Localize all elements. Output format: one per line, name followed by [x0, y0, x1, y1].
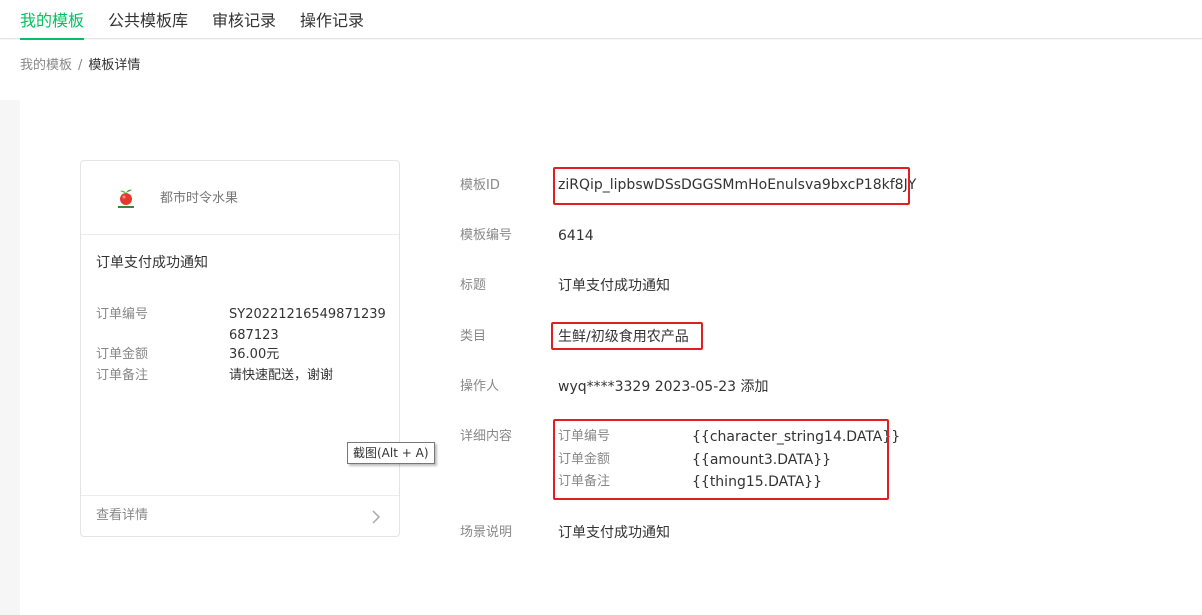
highlight-box-category	[551, 322, 703, 350]
tab-bar: 我的模板 公共模板库 审核记录 操作记录	[20, 0, 388, 40]
screenshot-tooltip: 截图(Alt + A)	[347, 442, 435, 464]
breadcrumb-separator: /	[78, 58, 83, 73]
preview-field-label: 订单编号	[96, 307, 149, 322]
title-value: 订单支付成功通知	[558, 278, 670, 294]
preview-field-value: 请快速配送，谢谢	[229, 368, 334, 383]
operator-label: 操作人	[460, 379, 500, 394]
card-header: 都市时令水果	[81, 161, 399, 235]
highlight-box-content	[553, 419, 889, 500]
tab-review-records[interactable]: 审核记录	[212, 0, 276, 39]
brand-name: 都市时令水果	[160, 191, 239, 206]
breadcrumb-current: 模板详情	[88, 58, 141, 73]
preview-field-value: 36.00元	[229, 347, 280, 362]
highlight-box-template-id	[553, 167, 910, 205]
title-label: 标题	[460, 278, 487, 293]
tab-public-library[interactable]: 公共模板库	[108, 0, 188, 39]
scene-value: 订单支付成功通知	[558, 525, 670, 541]
category-label: 类目	[460, 329, 487, 344]
breadcrumb: 我的模板 / 模板详情	[20, 57, 140, 75]
preview-field-label: 订单金额	[96, 347, 149, 362]
operator-value: wyq****3329 2023-05-23 添加	[558, 379, 769, 395]
breadcrumb-area: 我的模板 / 模板详情	[0, 40, 1202, 100]
preview-field-value: SY20221216549871239687123	[229, 307, 386, 343]
preview-title: 订单支付成功通知	[96, 255, 208, 271]
preview-field-label: 订单备注	[96, 368, 149, 383]
template-id-label: 模板ID	[460, 178, 500, 193]
scene-label: 场景说明	[460, 525, 513, 540]
template-no-value: 6414	[558, 228, 594, 244]
chevron-right-icon	[372, 510, 381, 524]
template-no-label: 模板编号	[460, 228, 513, 243]
view-details-link[interactable]: 查看详情	[81, 495, 399, 537]
tab-my-templates[interactable]: 我的模板	[20, 0, 85, 40]
tab-operation-records[interactable]: 操作记录	[300, 0, 364, 39]
fruit-logo-icon	[118, 189, 134, 208]
content-label: 详细内容	[460, 429, 513, 444]
top-nav: 我的模板 公共模板库 审核记录 操作记录	[0, 0, 1202, 40]
view-details-label: 查看详情	[96, 508, 149, 523]
template-preview-card: 都市时令水果 订单支付成功通知 订单编号 SY20221216549871239…	[80, 160, 400, 537]
breadcrumb-my-templates[interactable]: 我的模板	[20, 57, 72, 75]
